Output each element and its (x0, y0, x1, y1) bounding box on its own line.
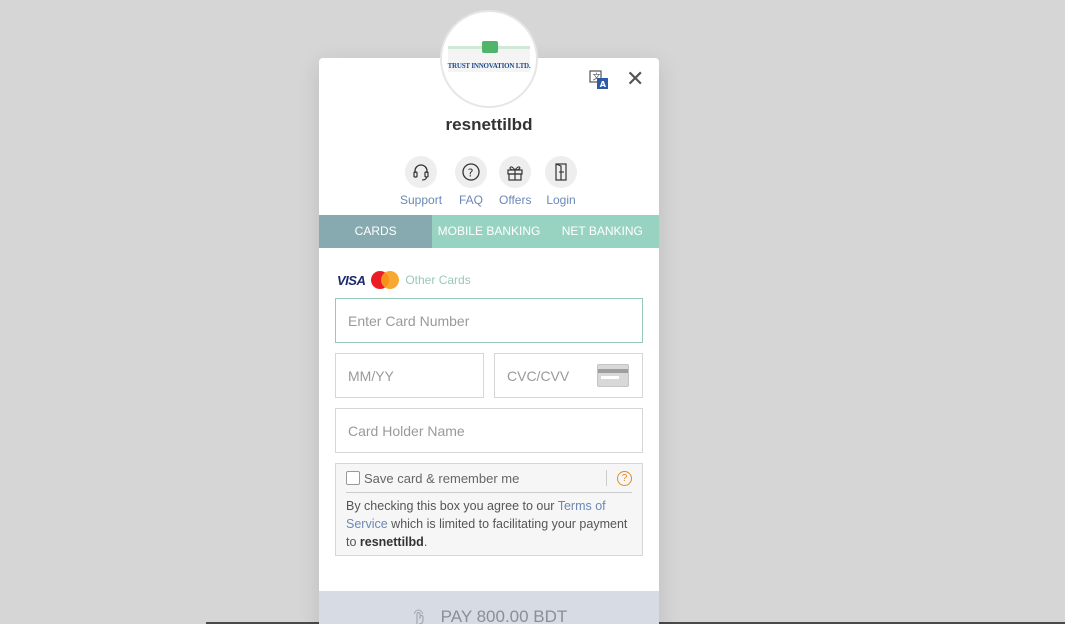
tab-net-banking[interactable]: NET BANKING (546, 215, 659, 248)
quick-link-label: FAQ (458, 193, 483, 207)
other-cards-link[interactable]: Other Cards (405, 273, 470, 287)
payment-tabs: CARDS MOBILE BANKING NET BANKING (319, 215, 659, 248)
payment-modal: 文 A ✕ resnettilbd Support ? FAQ Offers L… (319, 58, 659, 624)
expiry-input[interactable] (336, 354, 483, 397)
svg-text:?: ? (468, 167, 474, 180)
card-brands-row: VISA Other Cards (337, 271, 471, 289)
save-card-checkbox[interactable] (346, 471, 360, 485)
save-card-terms-text: By checking this box you agree to our Te… (346, 497, 632, 551)
logo-text: TRUST INNOVATION LTD. (447, 62, 531, 70)
terms-merchant-name: resnettilbd (359, 535, 424, 549)
merchant-logo: TRUST INNOVATION LTD. (447, 41, 531, 72)
quick-link-support[interactable]: Support (400, 156, 442, 207)
help-icon[interactable]: ? (617, 470, 632, 486)
pay-button[interactable]: PAY 800.00 BDT (319, 591, 659, 624)
card-number-field[interactable] (335, 298, 643, 343)
svg-text:A: A (600, 80, 607, 89)
tab-mobile-banking[interactable]: MOBILE BANKING (432, 215, 545, 248)
logo-circle: TRUST INNOVATION LTD. (440, 10, 538, 108)
quick-link-faq[interactable]: ? FAQ (455, 156, 487, 207)
pay-button-label: PAY 800.00 BDT (440, 607, 568, 624)
headset-icon (405, 156, 438, 188)
gift-icon (499, 156, 532, 188)
save-card-label[interactable]: Save card & remember me (364, 471, 606, 486)
divider (606, 470, 607, 486)
cvc-card-icon (597, 364, 629, 387)
merchant-name: resnettilbd (445, 115, 533, 134)
mastercard-icon (371, 271, 400, 289)
terms-text-prefix: By checking this box you agree to our (346, 499, 558, 513)
divider (346, 492, 632, 493)
cvc-field[interactable] (494, 353, 643, 398)
save-card-row: Save card & remember me ? (346, 470, 632, 486)
expiry-field[interactable] (335, 353, 484, 398)
tab-cards[interactable]: CARDS (319, 215, 433, 248)
close-icon[interactable]: ✕ (626, 68, 644, 90)
save-card-box: Save card & remember me ? By checking th… (335, 463, 643, 556)
login-icon (545, 156, 577, 188)
question-icon: ? (455, 156, 487, 188)
quick-link-label: Offers (499, 193, 532, 207)
quick-link-offers[interactable]: Offers (499, 156, 531, 207)
quick-link-login[interactable]: Login (545, 156, 577, 207)
quick-link-label: Support (400, 193, 443, 207)
visa-logo: VISA (337, 272, 366, 288)
language-icon[interactable]: 文 A (589, 70, 609, 90)
card-number-input[interactable] (336, 299, 642, 342)
touch-icon (413, 609, 424, 624)
quick-link-label: Login (546, 193, 576, 207)
terms-text-suffix: . (423, 535, 428, 549)
cart-icon (482, 41, 498, 53)
card-holder-input[interactable] (336, 409, 642, 452)
card-holder-field[interactable] (335, 408, 643, 453)
